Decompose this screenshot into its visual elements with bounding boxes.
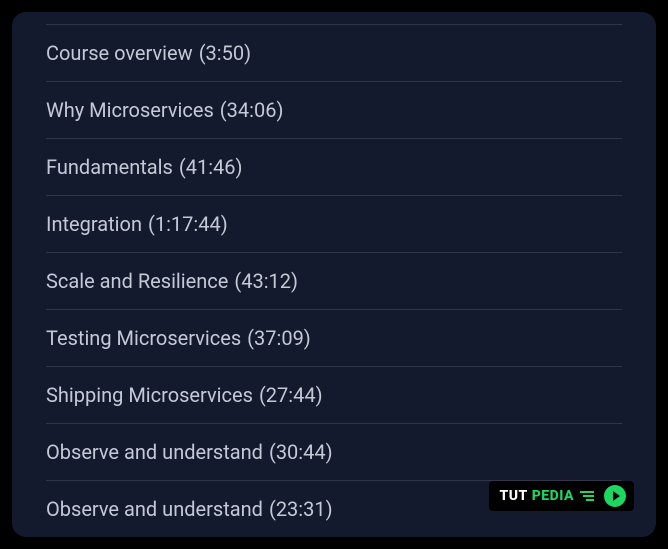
course-item-title: Fundamentals (46, 155, 173, 179)
course-item-title: Testing Microservices (46, 326, 241, 350)
course-item-title: Integration (46, 212, 142, 236)
course-item[interactable]: Testing Microservices(37:09) (46, 310, 622, 367)
play-icon (604, 485, 626, 507)
course-item[interactable]: Observe and understand(30:44) (46, 424, 622, 481)
course-item-title: Observe and understand (46, 440, 263, 464)
course-item-duration: (23:31) (269, 497, 333, 521)
tutpedia-badge: TUT PEDIA (489, 481, 634, 511)
course-item-title: Shipping Microservices (46, 383, 253, 407)
course-item-title: Course overview (46, 41, 193, 65)
course-item-title: Scale and Resilience (46, 269, 228, 293)
course-list: Course overview(3:50)Why Microservices(3… (46, 24, 622, 537)
course-item-duration: (1:17:44) (148, 212, 228, 236)
course-item[interactable]: Scale and Resilience(43:12) (46, 253, 622, 310)
course-card: Course overview(3:50)Why Microservices(3… (12, 12, 656, 537)
course-item[interactable]: Why Microservices(34:06) (46, 82, 622, 139)
course-item-title: Observe and understand (46, 497, 263, 521)
course-item-duration: (27:44) (259, 383, 323, 407)
course-item-duration: (41:46) (179, 155, 243, 179)
course-item-title: Why Microservices (46, 98, 214, 122)
badge-lines-icon (580, 491, 594, 501)
course-item-duration: (43:12) (234, 269, 298, 293)
course-item[interactable]: Course overview(3:50) (46, 24, 622, 82)
course-item[interactable]: Integration(1:17:44) (46, 196, 622, 253)
course-item-duration: (30:44) (269, 440, 333, 464)
course-item-duration: (3:50) (199, 41, 251, 65)
course-item[interactable]: Shipping Microservices(27:44) (46, 367, 622, 424)
badge-tut-text: TUT (499, 488, 527, 504)
course-item[interactable]: Fundamentals(41:46) (46, 139, 622, 196)
course-item-duration: (37:09) (247, 326, 311, 350)
course-item-duration: (34:06) (220, 98, 284, 122)
badge-pedia-text: PEDIA (532, 488, 574, 504)
